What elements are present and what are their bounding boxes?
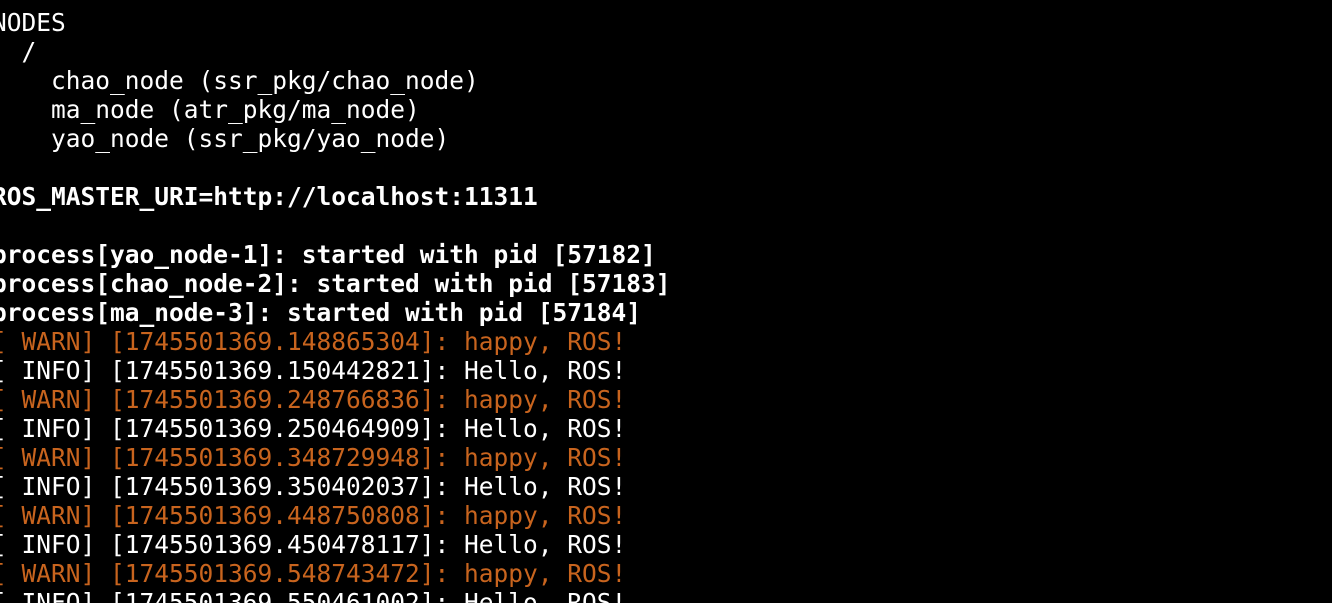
process-started-chao: process[chao_node-2]: started with pid [… bbox=[0, 269, 671, 298]
nodes-header: NODES bbox=[0, 8, 66, 37]
terminal-window[interactable]: NODES / chao_node (ssr_pkg/chao_node) ma… bbox=[0, 0, 1332, 603]
log-warn-line: [ WARN] [1745501369.548743472]: happy, R… bbox=[0, 559, 627, 588]
ros-master-uri: ROS_MASTER_URI=http://localhost:11311 bbox=[0, 182, 538, 211]
process-started-ma: process[ma_node-3]: started with pid [57… bbox=[0, 298, 642, 327]
process-started-yao: process[yao_node-1]: started with pid [5… bbox=[0, 240, 656, 269]
log-warn-line: [ WARN] [1745501369.448750808]: happy, R… bbox=[0, 501, 627, 530]
node-entry-yao: yao_node (ssr_pkg/yao_node) bbox=[0, 124, 450, 153]
log-warn-line: [ WARN] [1745501369.348729948]: happy, R… bbox=[0, 443, 627, 472]
log-warn-line: [ WARN] [1745501369.148865304]: happy, R… bbox=[0, 327, 627, 356]
node-entry-ma: ma_node (atr_pkg/ma_node) bbox=[0, 95, 420, 124]
terminal-output: NODES / chao_node (ssr_pkg/chao_node) ma… bbox=[0, 8, 671, 603]
log-info-line: [ INFO] [1745501369.450478117]: Hello, R… bbox=[0, 530, 627, 559]
log-info-line: [ INFO] [1745501369.350402037]: Hello, R… bbox=[0, 472, 627, 501]
log-info-line: [ INFO] [1745501369.250464909]: Hello, R… bbox=[0, 414, 627, 443]
log-info-line: [ INFO] [1745501369.550461002]: Hello, R… bbox=[0, 588, 627, 603]
namespace-root: / bbox=[21, 37, 37, 66]
log-warn-line: [ WARN] [1745501369.248766836]: happy, R… bbox=[0, 385, 627, 414]
node-entry-chao: chao_node (ssr_pkg/chao_node) bbox=[0, 66, 479, 95]
log-info-line: [ INFO] [1745501369.150442821]: Hello, R… bbox=[0, 356, 627, 385]
